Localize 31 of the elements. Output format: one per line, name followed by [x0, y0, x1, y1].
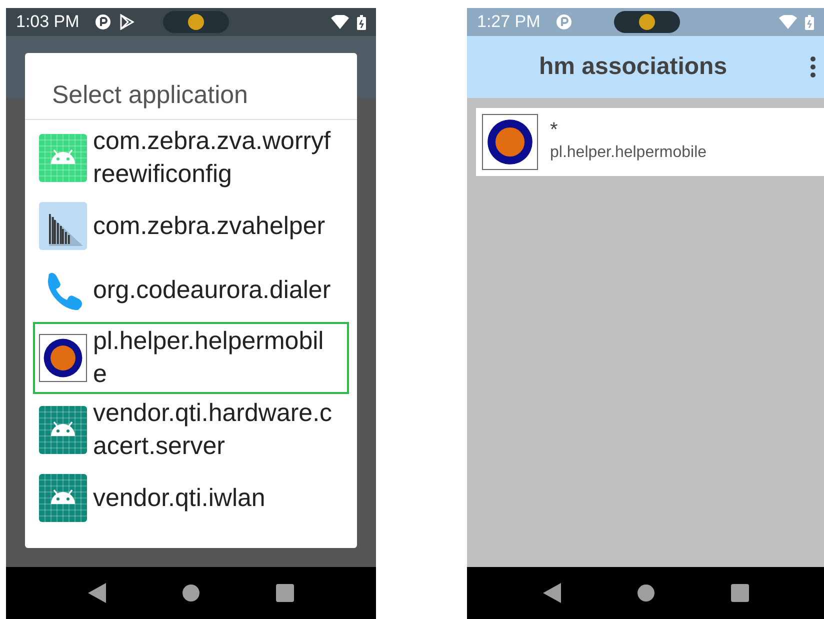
barcode-icon: [39, 202, 87, 250]
status-time: 1:03 PM: [16, 11, 80, 34]
app-list-item[interactable]: vendor.qti.iwlan: [33, 466, 349, 530]
app-list-item[interactable]: vendor.qti.hardware.cacert.server: [33, 394, 349, 466]
home-icon[interactable]: [636, 584, 654, 602]
battery-icon: [357, 14, 366, 30]
app-list-item[interactable]: com.zebra.zva.worryfreewificonfig: [33, 122, 349, 194]
back-icon[interactable]: [88, 583, 106, 603]
home-icon[interactable]: [182, 584, 200, 602]
more-icon[interactable]: [810, 56, 816, 78]
dialog-title: Select application: [25, 53, 357, 120]
app-logo-icon: [482, 114, 538, 170]
android-icon: [39, 134, 87, 182]
association-row[interactable]: * pl.helper.helpermobile: [476, 108, 824, 176]
app-title: hm associations: [539, 52, 728, 82]
association-pattern: *: [550, 119, 559, 141]
battery-icon: [805, 14, 814, 30]
app-list-item[interactable]: com.zebra.zvahelper: [33, 194, 349, 258]
wifi-icon: [779, 15, 797, 29]
camera-indicator: [163, 11, 230, 33]
app-logo-icon: [39, 334, 87, 382]
association-package: pl.helper.helpermobile: [550, 143, 707, 163]
wifi-icon: [331, 15, 349, 29]
android-icon: [39, 406, 87, 454]
play-icon: [119, 14, 136, 30]
recents-icon[interactable]: [730, 584, 748, 602]
app-list-item[interactable]: org.codeaurora.dialer: [33, 258, 349, 322]
camera-indicator: [614, 11, 680, 33]
status-time: 1:27 PM: [477, 11, 540, 34]
back-icon[interactable]: [542, 583, 560, 603]
android-icon: [39, 474, 87, 522]
